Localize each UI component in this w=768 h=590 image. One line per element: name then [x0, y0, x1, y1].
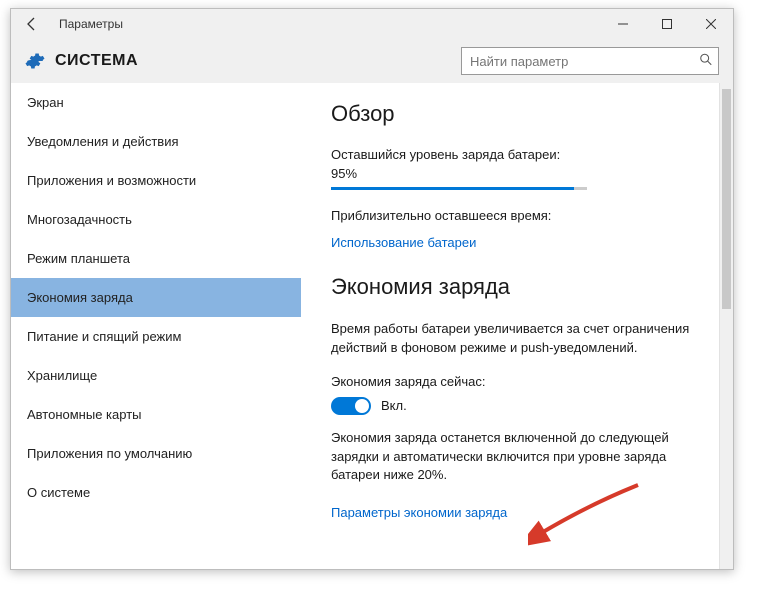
sidebar-item[interactable]: Приложения по умолчанию	[11, 434, 301, 473]
sidebar-item[interactable]: Экран	[11, 83, 301, 122]
sidebar-item[interactable]: Уведомления и действия	[11, 122, 301, 161]
settings-window: Параметры СИСТЕМА ЭкранУведомления и дей…	[10, 8, 734, 570]
window-title: Параметры	[59, 17, 123, 31]
minimize-button[interactable]	[601, 9, 645, 39]
sidebar: ЭкранУведомления и действияПриложения и …	[11, 83, 301, 569]
header-row: СИСТЕМА	[11, 39, 733, 83]
minimize-icon	[618, 19, 628, 29]
battery-progress-fill	[331, 187, 574, 190]
sidebar-item[interactable]: Приложения и возможности	[11, 161, 301, 200]
sidebar-item[interactable]: О системе	[11, 473, 301, 512]
sidebar-item[interactable]: Режим планшета	[11, 239, 301, 278]
back-arrow-icon	[24, 16, 40, 32]
maximize-button[interactable]	[645, 9, 689, 39]
toggle-thumb	[355, 399, 369, 413]
close-icon	[706, 19, 716, 29]
sidebar-item[interactable]: Питание и спящий режим	[11, 317, 301, 356]
search-wrap	[461, 47, 719, 75]
search-icon	[699, 53, 713, 70]
saver-heading: Экономия заряда	[331, 274, 703, 300]
body: ЭкранУведомления и действияПриложения и …	[11, 83, 733, 569]
saver-toggle[interactable]	[331, 397, 371, 415]
sidebar-item[interactable]: Автономные карты	[11, 395, 301, 434]
overview-heading: Обзор	[331, 101, 703, 127]
sidebar-item[interactable]: Экономия заряда	[11, 278, 301, 317]
saver-settings-link[interactable]: Параметры экономии заряда	[331, 505, 507, 520]
maximize-icon	[662, 19, 672, 29]
sidebar-item[interactable]: Хранилище	[11, 356, 301, 395]
search-input[interactable]	[461, 47, 719, 75]
back-button[interactable]	[19, 11, 45, 37]
page-title: СИСТЕМА	[55, 52, 138, 70]
saver-toggle-row: Вкл.	[331, 397, 703, 415]
saver-now-label: Экономия заряда сейчас:	[331, 374, 703, 389]
battery-percent: 95%	[331, 166, 703, 181]
battery-usage-link[interactable]: Использование батареи	[331, 235, 476, 250]
battery-remaining-label: Оставшийся уровень заряда батареи:	[331, 147, 703, 162]
scrollbar[interactable]	[719, 83, 733, 569]
gear-icon	[25, 51, 45, 71]
close-button[interactable]	[689, 9, 733, 39]
content-pane: Обзор Оставшийся уровень заряда батареи:…	[301, 83, 733, 569]
saver-note: Экономия заряда останется включенной до …	[331, 429, 703, 486]
saver-toggle-label: Вкл.	[381, 398, 407, 413]
battery-progress	[331, 187, 587, 190]
window-controls	[601, 9, 733, 39]
titlebar: Параметры	[11, 9, 733, 39]
scrollbar-thumb[interactable]	[722, 89, 731, 309]
saver-description: Время работы батареи увеличивается за сч…	[331, 320, 703, 358]
sidebar-item[interactable]: Многозадачность	[11, 200, 301, 239]
time-remaining-label: Приблизительно оставшееся время:	[331, 208, 703, 223]
